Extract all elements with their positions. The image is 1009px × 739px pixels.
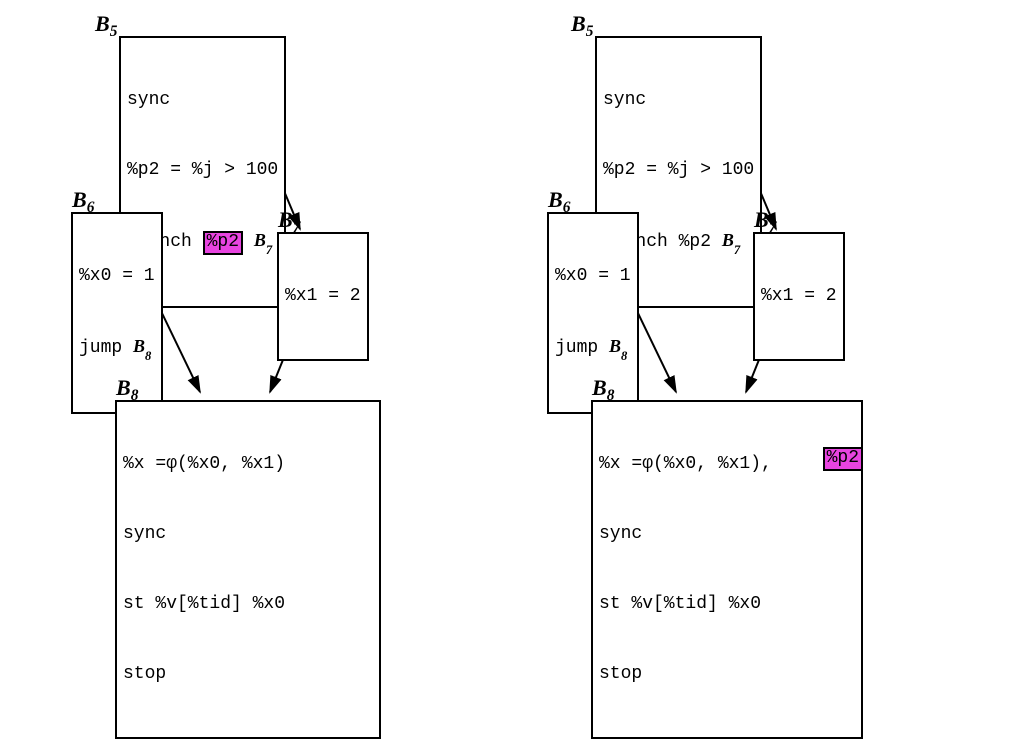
right-b6-line2: jump B8: [555, 335, 631, 361]
right-b7-line1: %x1 = 2: [761, 285, 837, 308]
right-b8-line2: sync: [599, 523, 861, 546]
left-b6-label: B6: [72, 186, 94, 215]
right-b5-line2: %p2 = %j > 100: [603, 159, 754, 182]
left-b8-line4: stop: [123, 663, 373, 686]
left-b7-label: B7: [278, 206, 300, 235]
left-b8-line3: st %v[%tid] %x0: [123, 593, 373, 616]
right-block-b7: %x1 = 2: [753, 232, 845, 361]
left-b8-label: B8: [116, 374, 138, 403]
left-b6-line1: %x0 = 1: [79, 265, 155, 288]
right-block-b8: %x =φ(%x0, %x1), %p2 sync st %v[%tid] %x…: [591, 400, 863, 739]
right-b7-label: B7: [754, 206, 776, 235]
right-b6-line1: %x0 = 1: [555, 265, 631, 288]
right-b8-label: B8: [592, 374, 614, 403]
left-b7-line1: %x1 = 2: [285, 285, 361, 308]
right-b8-highlight-p2: %p2: [823, 447, 863, 471]
right-b8-line4: stop: [599, 663, 861, 686]
diagram-canvas: B5 sync %p2 = %j > 100 branch %p2 B7 B6 …: [0, 0, 1009, 554]
left-b5-line1: sync: [127, 89, 278, 112]
left-b5-line2: %p2 = %j > 100: [127, 159, 278, 182]
left-block-b7: %x1 = 2: [277, 232, 369, 361]
right-b6-label: B6: [548, 186, 570, 215]
right-b5-label: B5: [571, 10, 593, 39]
right-b5-line1: sync: [603, 89, 754, 112]
left-b5-label: B5: [95, 10, 117, 39]
left-b6-line2: jump B8: [79, 335, 155, 361]
right-b8-line1: %x =φ(%x0, %x1), %p2: [599, 453, 861, 476]
right-b8-line3: st %v[%tid] %x0: [599, 593, 861, 616]
left-b5-highlight-p2: %p2: [203, 231, 243, 255]
left-b8-line2: sync: [123, 523, 373, 546]
left-block-b8: %x =φ(%x0, %x1) sync st %v[%tid] %x0 sto…: [115, 400, 381, 739]
left-b8-line1: %x =φ(%x0, %x1): [123, 453, 373, 476]
